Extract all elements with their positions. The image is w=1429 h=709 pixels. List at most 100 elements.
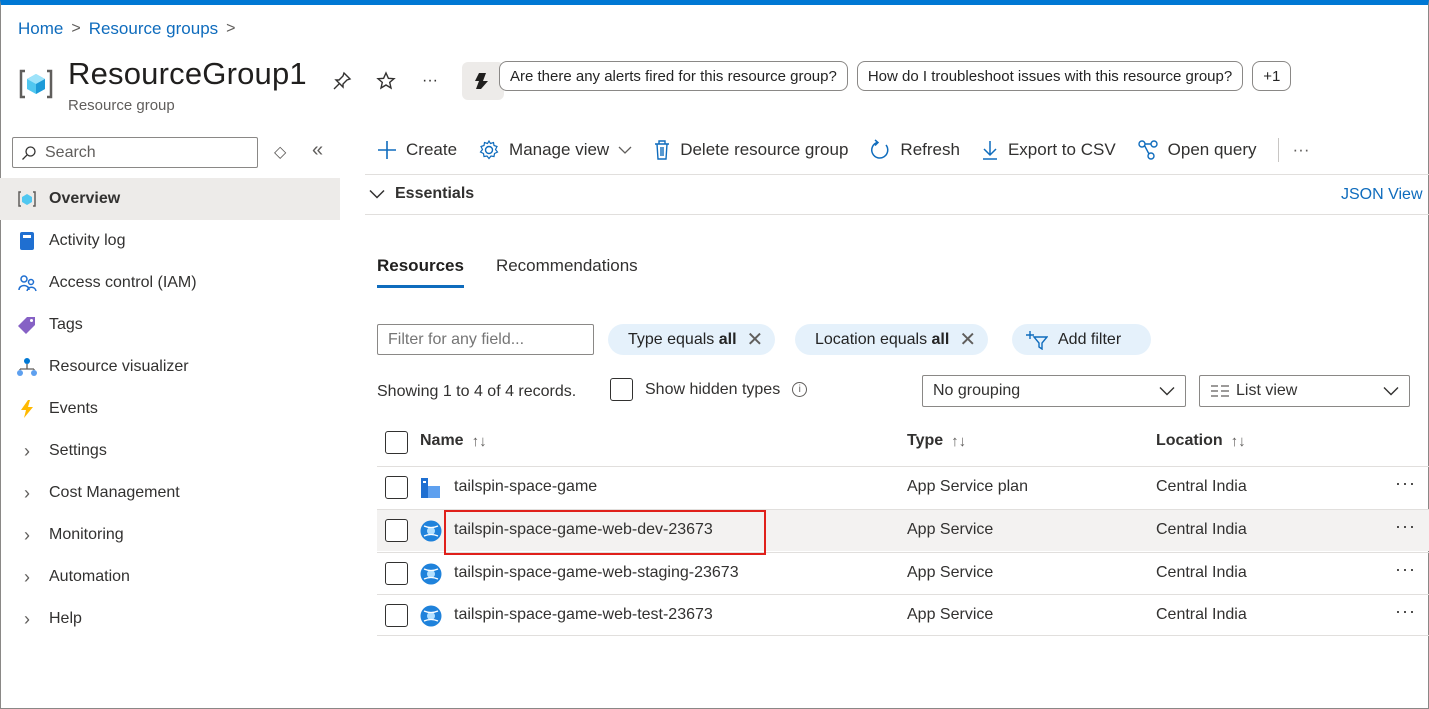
command-bar: Create Manage view Delete resource group… <box>377 138 1331 162</box>
export-csv-button[interactable]: Export to CSV <box>981 139 1116 161</box>
sidebar-nav: Overview Activity log Access control (IA… <box>0 178 340 640</box>
resource-type: App Service <box>907 606 994 623</box>
column-header-location[interactable]: Location ↑↓ <box>1156 432 1246 450</box>
grouping-select[interactable]: No grouping <box>922 375 1186 407</box>
resource-location: Central India <box>1156 478 1247 495</box>
tab-resources[interactable]: Resources <box>377 256 464 288</box>
json-view-link[interactable]: JSON View <box>1341 186 1423 204</box>
chevron-right-icon: › <box>24 608 30 629</box>
sidebar-item-resource-visualizer[interactable]: Resource visualizer <box>0 346 340 388</box>
sidebar-group-automation[interactable]: › Automation <box>0 556 340 598</box>
row-more-button[interactable]: ··· <box>1395 516 1416 537</box>
app-service-icon <box>419 604 443 628</box>
lightning-icon <box>17 399 37 419</box>
sidebar-item-events[interactable]: Events <box>0 388 340 430</box>
record-count: Showing 1 to 4 of 4 records. <box>377 383 577 400</box>
sidebar-item-label: Monitoring <box>49 526 124 543</box>
resource-name-link[interactable]: tailspin-space-game <box>454 478 597 496</box>
sort-icon[interactable]: ↑↓ <box>951 433 966 450</box>
chevron-right-icon: › <box>24 482 30 503</box>
sidebar-item-label: Cost Management <box>49 484 180 501</box>
table-row[interactable]: tailspin-space-game-web-test-23673 App S… <box>377 594 1429 636</box>
create-button[interactable]: Create <box>377 140 457 160</box>
sidebar-group-settings[interactable]: › Settings <box>0 430 340 472</box>
more-icon[interactable]: ··· <box>418 69 442 93</box>
close-icon[interactable]: ✕ <box>747 327 764 352</box>
resource-location: Central India <box>1156 564 1247 581</box>
row-more-button[interactable]: ··· <box>1395 473 1416 494</box>
toolbar-more-button[interactable]: ··· <box>1293 140 1310 160</box>
app-service-icon <box>419 519 443 543</box>
search-placeholder: Search <box>45 143 96 161</box>
sidebar-group-cost-management[interactable]: › Cost Management <box>0 472 340 514</box>
row-checkbox[interactable] <box>385 519 408 542</box>
add-filter-icon <box>1026 330 1048 350</box>
row-checkbox[interactable] <box>385 562 408 585</box>
sidebar-item-activity-log[interactable]: Activity log <box>0 220 340 262</box>
open-query-button[interactable]: Open query <box>1137 139 1257 161</box>
row-checkbox[interactable] <box>385 604 408 627</box>
chevron-down-icon <box>1159 387 1175 396</box>
delete-label: Delete resource group <box>680 140 849 159</box>
column-header-type[interactable]: Type ↑↓ <box>907 432 966 450</box>
resource-location: Central India <box>1156 521 1247 538</box>
column-header-name[interactable]: Name ↑↓ <box>420 432 487 450</box>
select-all-checkbox[interactable] <box>385 431 408 454</box>
sidebar-item-label: Overview <box>49 190 121 207</box>
page-title: ResourceGroup1 <box>68 56 307 91</box>
expand-collapse-icon[interactable]: ◇ <box>274 142 286 162</box>
show-hidden-checkbox[interactable] <box>610 378 633 401</box>
toolbar-divider <box>1277 138 1279 162</box>
sidebar-item-iam[interactable]: Access control (IAM) <box>0 262 340 304</box>
row-more-button[interactable]: ··· <box>1395 601 1416 622</box>
filter-input[interactable] <box>377 324 594 355</box>
suggestion-more-chip[interactable]: +1 <box>1252 61 1292 91</box>
breadcrumb: Home > Resource groups > <box>18 19 236 39</box>
row-checkbox[interactable] <box>385 476 408 499</box>
sidebar-item-overview[interactable]: Overview <box>0 178 340 220</box>
search-icon <box>22 145 36 160</box>
resource-name-link[interactable]: tailspin-space-game-web-staging-23673 <box>454 564 739 582</box>
sidebar-group-monitoring[interactable]: › Monitoring <box>0 514 340 556</box>
copilot-suggestions: Are there any alerts fired for this reso… <box>499 61 1292 91</box>
type-filter-pill[interactable]: Type equals all ✕ <box>608 324 776 355</box>
info-icon[interactable]: i <box>792 382 808 397</box>
star-icon[interactable] <box>374 69 398 93</box>
sidebar-item-tags[interactable]: Tags <box>0 304 340 346</box>
divider <box>365 214 1429 215</box>
table-row[interactable]: tailspin-space-game-web-staging-23673 Ap… <box>377 552 1429 594</box>
resource-type: App Service plan <box>907 478 1028 495</box>
tag-icon <box>17 315 37 335</box>
visualizer-icon <box>17 357 37 377</box>
sidebar-search-input[interactable]: Search <box>12 137 258 168</box>
refresh-button[interactable]: Refresh <box>869 139 960 161</box>
view-select[interactable]: List view <box>1199 375 1410 407</box>
manage-view-button[interactable]: Manage view <box>478 139 632 161</box>
tab-recommendations[interactable]: Recommendations <box>496 256 638 288</box>
close-icon[interactable]: ✕ <box>959 327 976 352</box>
sidebar-group-help[interactable]: › Help <box>0 598 340 640</box>
copilot-icon[interactable] <box>462 62 504 100</box>
collapse-sidebar-icon[interactable]: « <box>312 139 323 162</box>
resource-name-link[interactable]: tailspin-space-game-web-test-23673 <box>454 606 713 624</box>
export-label: Export to CSV <box>1007 140 1116 159</box>
essentials-toggle[interactable]: Essentials <box>369 185 474 203</box>
location-filter-pill[interactable]: Location equals all ✕ <box>795 324 989 355</box>
grouping-value: No grouping <box>933 382 1021 399</box>
suggestion-chip[interactable]: Are there any alerts fired for this reso… <box>499 61 848 91</box>
pin-icon[interactable] <box>330 69 354 93</box>
sort-icon[interactable]: ↑↓ <box>472 433 487 450</box>
suggestion-chip[interactable]: How do I troubleshoot issues with this r… <box>856 61 1244 91</box>
add-filter-button[interactable]: Add filter <box>1012 324 1151 355</box>
sidebar-item-label: Settings <box>49 442 107 459</box>
view-value: List view <box>1210 382 1297 400</box>
table-row[interactable]: tailspin-space-game App Service plan Cen… <box>377 466 1429 508</box>
breadcrumb-separator: > <box>71 20 81 37</box>
row-more-button[interactable]: ··· <box>1395 559 1416 580</box>
sort-icon[interactable]: ↑↓ <box>1231 433 1246 450</box>
plus-icon <box>377 140 397 160</box>
tab-list: Resources Recommendations <box>377 256 638 288</box>
delete-resource-group-button[interactable]: Delete resource group <box>653 139 848 161</box>
breadcrumb-resource-groups[interactable]: Resource groups <box>89 19 218 39</box>
breadcrumb-home[interactable]: Home <box>18 19 63 39</box>
